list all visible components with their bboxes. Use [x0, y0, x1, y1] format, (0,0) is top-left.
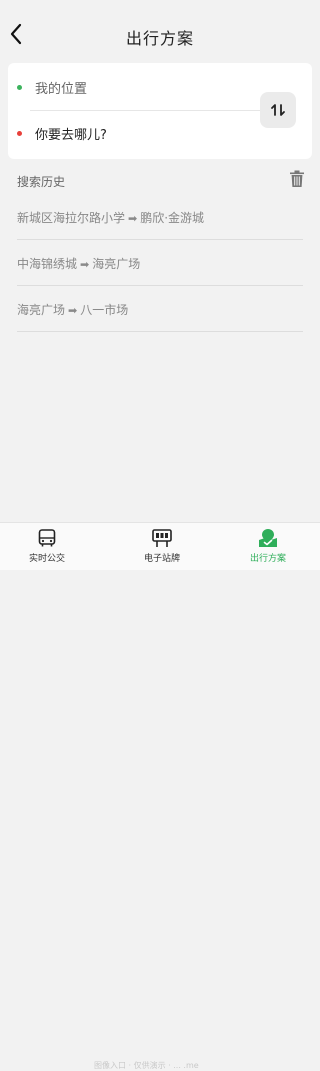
history-from: 新城区海拉尔路小学 — [17, 210, 126, 225]
swap-arrows-icon — [271, 104, 285, 116]
tab-e-stop-board[interactable]: 电子站牌 — [127, 527, 197, 569]
history-from: 海亮广场 — [17, 302, 66, 317]
tab-label: 出行方案 — [249, 554, 286, 564]
chevron-left-icon — [10, 23, 22, 45]
trash-icon — [290, 170, 304, 187]
tab-label: 实时公交 — [28, 554, 65, 564]
history-list: 新城区海拉尔路小学 ➡ 鹏欣·金游城 中海锦绣城 ➡ 海亮广场 海亮广场 ➡ 八一市场 — [0, 194, 320, 332]
origin-field[interactable]: 我的位置 — [8, 65, 248, 109]
history-item-text: 新城区海拉尔路小学 ➡ 鹏欣·金游城 — [17, 209, 204, 226]
history-item-text: 海亮广场 ➡ 八一市场 — [17, 301, 128, 318]
arrow-right-icon: ➡ — [80, 257, 90, 271]
tab-route-plan[interactable]: 出行方案 — [233, 527, 303, 569]
history-label: 搜索历史 — [17, 175, 66, 189]
origin-dot — [17, 84, 22, 90]
clear-history-button[interactable] — [289, 170, 305, 188]
history-to: 鹏欣·金游城 — [140, 210, 205, 225]
history-from: 中海锦绣城 — [17, 256, 78, 271]
destination-field[interactable]: 你要去哪儿? — [8, 111, 248, 155]
arrow-right-icon: ➡ — [128, 211, 138, 225]
origin-text: 我的位置 — [35, 81, 88, 97]
page-title: 出行方案 — [125, 29, 194, 48]
route-plan-icon — [257, 527, 279, 549]
history-item-text: 中海锦绣城 ➡ 海亮广场 — [17, 255, 140, 272]
bus-icon — [36, 527, 58, 549]
history-item[interactable]: 新城区海拉尔路小学 ➡ 鹏欣·金游城 — [0, 194, 320, 240]
tab-label: 电子站牌 — [143, 554, 180, 564]
bottom-tab-bar: 实时公交 电子站牌 出行方案 图像入口 · 仅供演示 · ... .me — [0, 522, 320, 1070]
swap-button[interactable] — [260, 92, 296, 128]
history-to: 海亮广场 — [92, 256, 141, 271]
top-bar: 出行方案 — [0, 0, 320, 62]
tab-realtime-bus[interactable]: 实时公交 — [12, 527, 82, 569]
destination-dot — [17, 130, 22, 136]
history-item[interactable]: 中海锦绣城 ➡ 海亮广场 — [0, 240, 320, 286]
route-input-card: 我的位置 你要去哪儿? — [8, 63, 312, 159]
arrow-right-icon: ➡ — [68, 303, 78, 317]
destination-text: 你要去哪儿? — [35, 127, 107, 143]
back-button[interactable] — [6, 22, 26, 46]
bus-stop-board-icon — [151, 527, 173, 549]
history-to: 八一市场 — [80, 302, 129, 317]
history-item[interactable]: 海亮广场 ➡ 八一市场 — [0, 286, 320, 332]
watermark-text: 图像入口 · 仅供演示 · ... .me — [94, 1061, 199, 1070]
